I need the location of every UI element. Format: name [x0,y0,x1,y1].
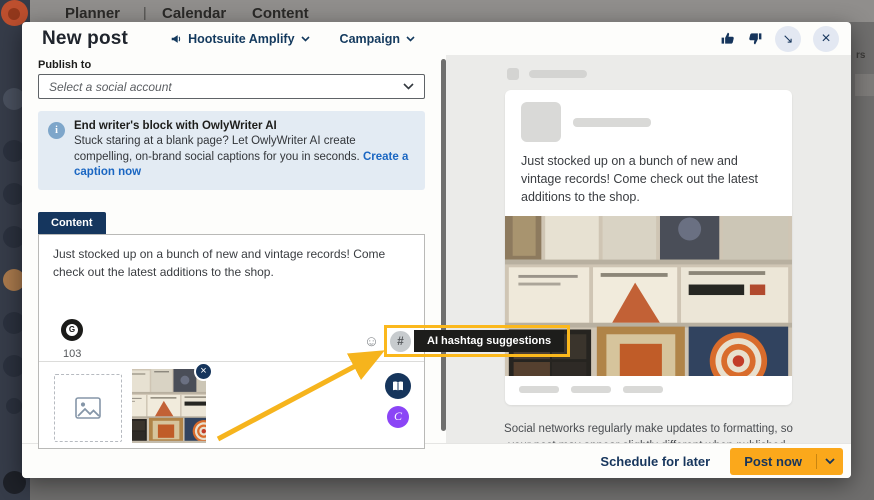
scrollbar-thumb[interactable] [441,59,446,431]
emoji-icon: ☺ [364,333,379,350]
chevron-down-icon [403,83,414,90]
diagonal-arrow-icon: ↘ [783,31,794,47]
content-library-button[interactable] [385,373,411,399]
publish-to-label: Publish to [38,59,425,71]
close-button[interactable]: × [813,26,839,52]
page-title: New post [42,28,128,50]
close-icon: × [821,30,830,48]
hashtag-suggestions-button[interactable]: # [390,331,411,352]
hashtag-tooltip: AI hashtag suggestions [414,330,564,352]
media-thumbnail[interactable]: × [132,369,206,443]
modal-header: New post Hootsuite Amplify Campaign [22,22,851,55]
thumbs-down-button[interactable] [747,31,763,47]
editor-divider [39,361,424,362]
canva-icon: C [394,409,402,424]
bg-tab-calendar[interactable]: Calendar [162,5,226,22]
add-media-button[interactable] [54,374,122,442]
media-tray: × [54,374,206,443]
hashtag-icon: # [397,334,404,348]
post-now-button[interactable]: Post now [730,448,816,475]
social-account-select[interactable]: Select a social account [38,74,425,99]
network-avatar-skeleton [507,68,519,80]
owlywriter-title: End writer's block with OwlyWriter AI [74,120,413,132]
remove-media-button[interactable]: × [194,362,213,381]
background-top-nav: Planner | Calendar Content [0,0,874,22]
info-icon: i [48,122,65,139]
preview-actions-skeleton [505,376,792,405]
composer-pane: Publish to Select a social account i End… [22,55,441,443]
bg-tab-content[interactable]: Content [252,5,309,22]
schedule-for-later-button[interactable]: Schedule for later [600,454,710,469]
bg-tab-planner[interactable]: Planner [65,5,120,22]
campaign-dropdown[interactable]: Campaign [340,32,415,46]
chevron-down-icon [301,36,310,42]
tutorial-highlight-box: # AI hashtag suggestions [384,325,570,357]
thumbs-up-icon [720,31,735,46]
bg-tab-divider: | [143,4,147,20]
bg-truncated-control [855,74,874,96]
open-book-icon [391,380,405,392]
records-photo-thumbnail [132,369,206,443]
grammarly-icon[interactable]: G [61,319,83,341]
expand-button[interactable]: ↘ [775,26,801,52]
close-icon: × [200,365,206,377]
chevron-down-icon [825,458,835,465]
preview-disclaimer: Social networks regularly make updates t… [494,421,804,443]
chevron-down-icon [406,36,415,42]
preview-pane: Just stocked up on a bunch of new and vi… [446,55,851,443]
preview-avatar-skeleton [521,102,561,142]
thumbs-up-button[interactable] [719,31,735,47]
sidebar-icon[interactable] [6,398,22,414]
amplify-dropdown[interactable]: Hootsuite Amplify [170,32,309,46]
network-name-skeleton [529,70,587,78]
composer-scrollbar[interactable] [441,55,446,443]
thumbs-down-icon [748,31,763,46]
new-post-modal: New post Hootsuite Amplify Campaign [22,22,851,478]
character-count: 103 [63,348,81,360]
amplify-label: Hootsuite Amplify [188,32,294,46]
bg-truncated-text: rs [856,50,865,61]
tab-content[interactable]: Content [38,212,106,234]
canva-button[interactable]: C [387,406,409,428]
social-account-placeholder: Select a social account [49,80,403,94]
post-text[interactable]: Just stocked up on a bunch of new and vi… [53,245,410,281]
post-options-button[interactable] [817,448,843,475]
owlywriter-body: Stuck staring at a blank page? Let OwlyW… [74,134,413,181]
post-now-split-button[interactable]: Post now [730,448,843,475]
preview-username-skeleton [573,118,651,127]
preview-network-skeleton [507,68,851,80]
amplify-icon [170,33,182,45]
owlywriter-banner: i End writer's block with OwlyWriter AI … [38,111,425,190]
preview-post-text: Just stocked up on a bunch of new and vi… [505,150,792,216]
campaign-label: Campaign [340,32,400,46]
post-preview-card: Just stocked up on a bunch of new and vi… [505,90,792,405]
hashtag-suggestion-callout: ☺ # AI hashtag suggestions [363,325,570,357]
emoji-picker-button[interactable]: ☺ [363,333,380,350]
image-placeholder-icon [75,397,101,419]
